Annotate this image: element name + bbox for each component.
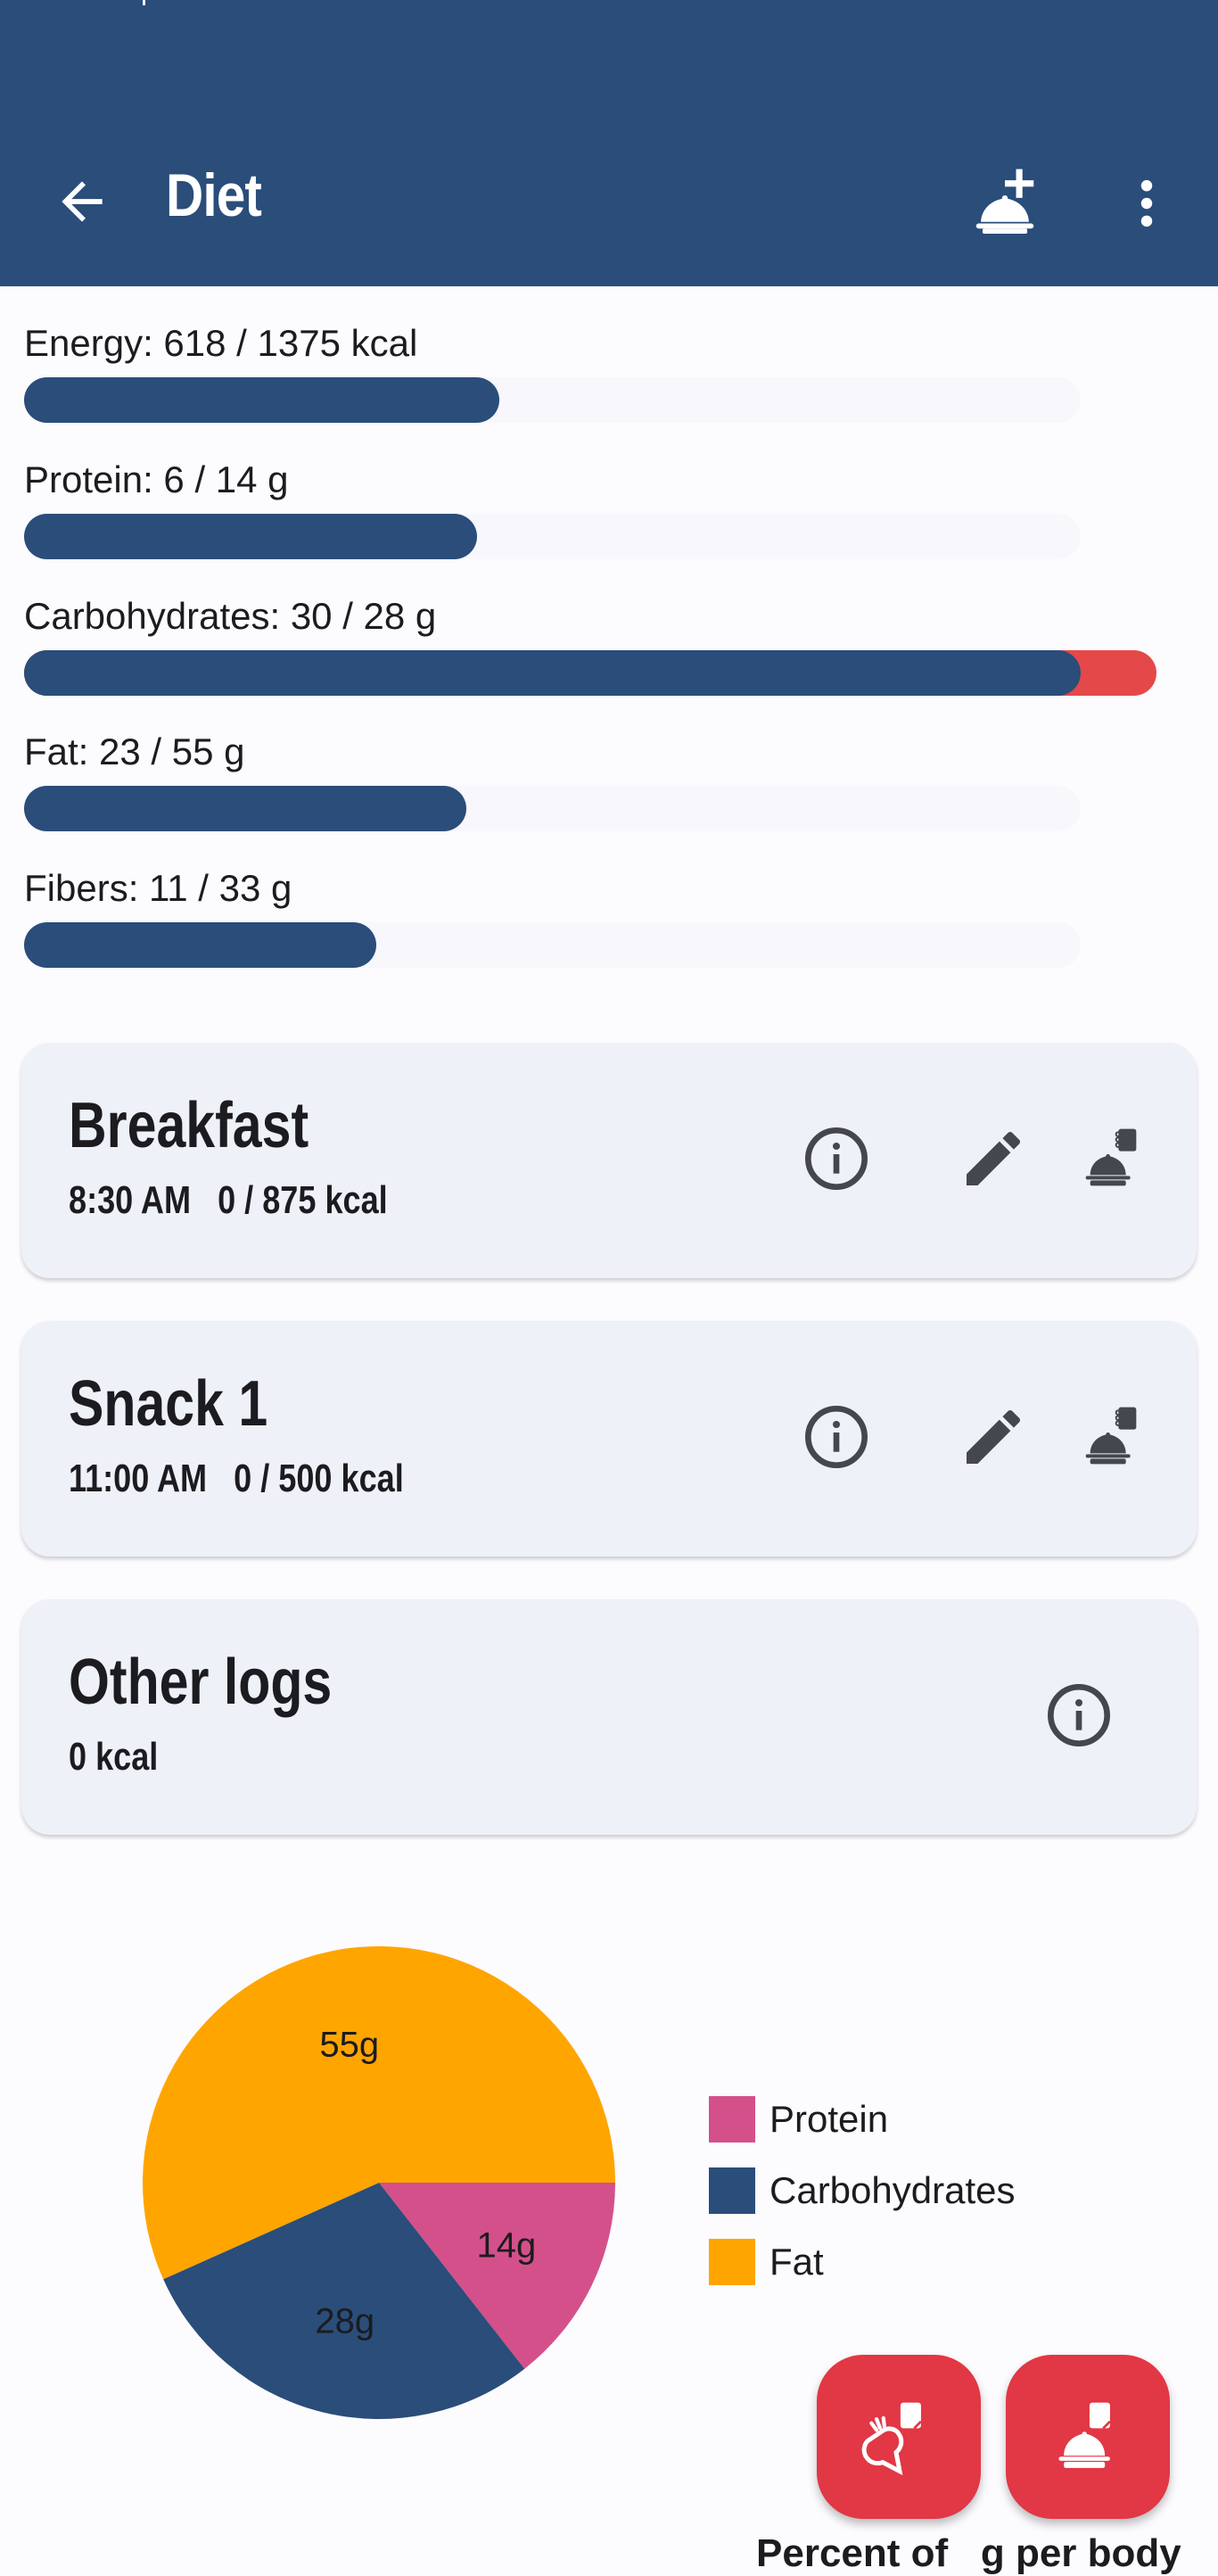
- edit-icon[interactable]: [958, 1123, 1029, 1194]
- meal-title: Breakfast: [69, 1090, 309, 1161]
- nutrient-carbohydrates: Carbohydrates: 30 / 28 g: [24, 595, 1201, 696]
- carrot-notebook-icon: [861, 2402, 922, 2476]
- progress-fill: [24, 650, 1081, 696]
- nutrient-label: Fibers: 11 / 33 g: [24, 867, 292, 909]
- legend-label: Fat: [769, 2241, 824, 2283]
- progress-fill: [24, 786, 466, 831]
- meal-title: Other logs: [69, 1647, 333, 1718]
- meal-card-snack-1[interactable]: Snack 1 11:00 AM 0 / 500 kcal: [21, 1321, 1197, 1556]
- app-bar: Diet: [0, 0, 1218, 286]
- meal-subtitle: 11:00 AM 0 / 500 kcal: [69, 1457, 404, 1500]
- nutrient-label: Protein: 6 / 14 g: [24, 458, 289, 500]
- legend-item-carbohydrates: Carbohydrates: [709, 2155, 1015, 2226]
- info-icon[interactable]: [801, 1123, 872, 1194]
- pie-label-protein: 14g: [477, 2226, 537, 2266]
- macro-pie-chart: 14g 28g 55g: [143, 1946, 615, 2419]
- page-title: Diet: [166, 161, 262, 229]
- log-meal-button[interactable]: [1006, 2355, 1170, 2519]
- legend-swatch: [709, 2239, 755, 2285]
- meal-log-icon[interactable]: [1075, 1401, 1147, 1473]
- meal-subtitle: 0 kcal: [69, 1735, 159, 1779]
- legend-item-fat: Fat: [709, 2226, 1015, 2298]
- info-icon[interactable]: [1043, 1680, 1115, 1751]
- nutrient-energy: Energy: 618 / 1375 kcal: [24, 322, 1201, 423]
- nutrient-label: Fat: 23 / 55 g: [24, 731, 245, 772]
- nutrient-fat: Fat: 23 / 55 g: [24, 731, 1201, 831]
- meal-subtitle: 8:30 AM 0 / 875 kcal: [69, 1178, 388, 1222]
- legend-swatch: [709, 2167, 755, 2214]
- legend-label: Protein: [769, 2098, 889, 2140]
- pie-label-carbohydrates: 28g: [315, 2301, 374, 2341]
- progress-fill: [24, 922, 376, 968]
- nutrient-fibers: Fibers: 11 / 33 g: [24, 867, 1201, 968]
- nutrient-label: Carbohydrates: 30 / 28 g: [24, 595, 437, 637]
- pie-label-fat: 55g: [319, 2026, 379, 2065]
- legend-item-protein: Protein: [709, 2084, 1015, 2155]
- nutrient-label: Energy: 618 / 1375 kcal: [24, 322, 418, 364]
- meal-add-icon[interactable]: [967, 166, 1043, 243]
- arrow-back-icon[interactable]: [52, 171, 112, 232]
- meal-card-other-logs[interactable]: Other logs 0 kcal: [21, 1599, 1197, 1835]
- nutrient-protein: Protein: 6 / 14 g: [24, 458, 1201, 559]
- chart-legend: Protein Carbohydrates Fat: [709, 2084, 1015, 2298]
- meal-title: Snack 1: [69, 1368, 268, 1440]
- log-ingredient-button[interactable]: [817, 2355, 981, 2519]
- progress-fill: [24, 514, 477, 559]
- legend-swatch: [709, 2096, 755, 2143]
- info-icon[interactable]: [801, 1401, 872, 1473]
- more-vert-icon[interactable]: [1125, 173, 1168, 234]
- meal-card-breakfast[interactable]: Breakfast 8:30 AM 0 / 875 kcal: [21, 1043, 1197, 1278]
- edit-icon[interactable]: [958, 1401, 1029, 1473]
- meal-log-icon[interactable]: [1075, 1123, 1147, 1194]
- legend-label: Carbohydrates: [769, 2169, 1016, 2211]
- section-heading-partial: Percent of g per body: [756, 2531, 1181, 2575]
- status-bar-indicator: [143, 0, 145, 5]
- meal-notebook-icon: [1058, 2402, 1111, 2468]
- progress-fill: [24, 377, 499, 423]
